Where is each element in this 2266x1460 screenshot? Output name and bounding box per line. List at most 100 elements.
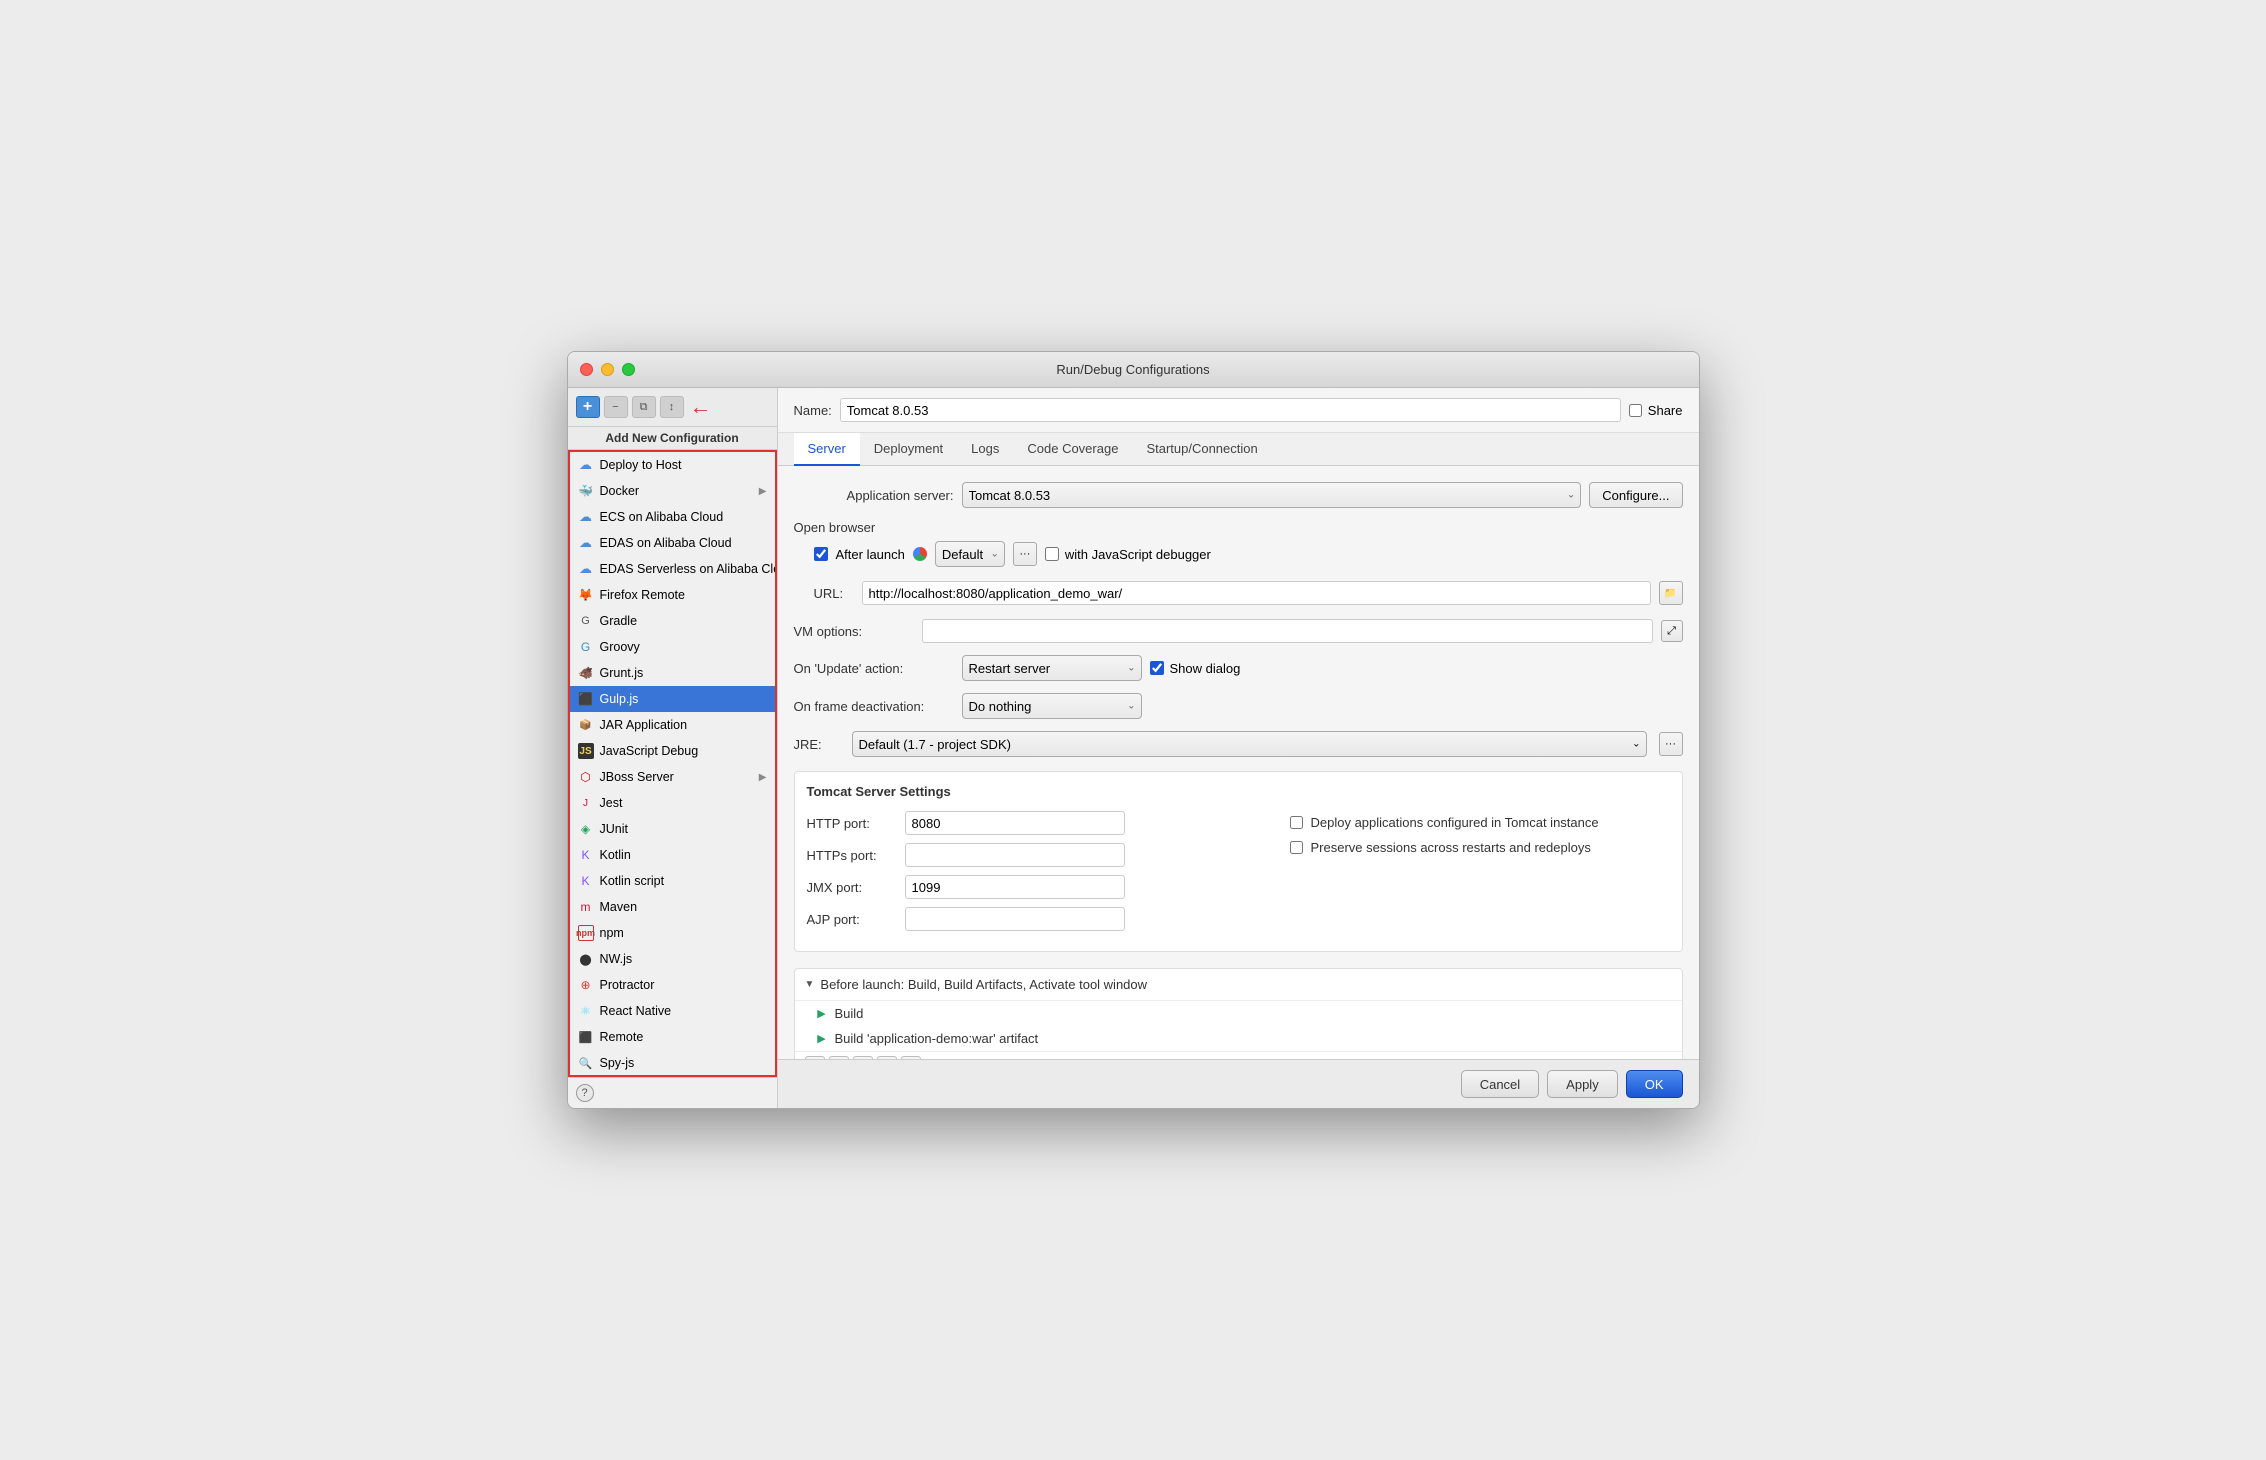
config-item-gulp[interactable]: ⬛ Gulp.js	[570, 686, 775, 712]
cloud-icon: ☁	[578, 457, 594, 473]
sort-config-button[interactable]: ↕	[660, 396, 684, 418]
gulp-icon: ⬛	[578, 691, 594, 707]
ajp-port-input[interactable]	[905, 907, 1125, 931]
before-launch-header: ▼ Before launch: Build, Build Artifacts,…	[795, 969, 1682, 1001]
chevron-right-icon: ▶	[759, 486, 767, 497]
config-name-jest: Jest	[600, 796, 767, 810]
vm-expand-button[interactable]: ⤢	[1661, 620, 1683, 642]
config-item-jar[interactable]: 📦 JAR Application	[570, 712, 775, 738]
help-button[interactable]: ?	[576, 1084, 594, 1102]
minimize-button[interactable]	[601, 363, 614, 376]
close-button[interactable]	[580, 363, 593, 376]
deploy-apps-checkbox[interactable]	[1290, 816, 1303, 829]
open-browser-label: Open browser	[794, 520, 1683, 535]
jre-select-wrapper: Default (1.7 - project SDK) ⌄	[852, 731, 1647, 757]
tab-deployment[interactable]: Deployment	[860, 433, 957, 466]
show-dialog-label: Show dialog	[1170, 661, 1241, 676]
name-input[interactable]	[840, 398, 1621, 422]
build-item-2: ▶ Build 'application-demo:war' artifact	[795, 1026, 1682, 1051]
kotlin-icon: K	[578, 847, 594, 863]
js-debugger-checkbox[interactable]	[1045, 547, 1059, 561]
tab-startup-connection[interactable]: Startup/Connection	[1132, 433, 1271, 466]
gradle-icon: G	[578, 613, 594, 629]
build-icon: ▶	[815, 1007, 829, 1021]
tomcat-settings-label: Tomcat Server Settings	[807, 784, 1670, 799]
url-browse-button[interactable]: 📁	[1659, 581, 1683, 605]
config-item-npm[interactable]: npm npm	[570, 920, 775, 946]
share-checkbox[interactable]	[1629, 404, 1642, 417]
config-item-gradle[interactable]: G Gradle	[570, 608, 775, 634]
ok-button[interactable]: OK	[1626, 1070, 1683, 1098]
browser-select[interactable]: Default	[935, 541, 1005, 567]
config-item-grunt[interactable]: 🐗 Grunt.js	[570, 660, 775, 686]
jre-select[interactable]: Default (1.7 - project SDK)	[852, 731, 1647, 757]
config-item-docker[interactable]: 🐳 Docker ▶	[570, 478, 775, 504]
add-config-button[interactable]: +	[576, 396, 600, 418]
tab-code-coverage[interactable]: Code Coverage	[1013, 433, 1132, 466]
app-server-select[interactable]: Tomcat 8.0.53	[962, 482, 1582, 508]
config-item-spy-js[interactable]: 🔍 Spy-js	[570, 1050, 775, 1076]
config-item-ecs[interactable]: ☁ ECS on Alibaba Cloud	[570, 504, 775, 530]
config-name-gradle: Gradle	[600, 614, 767, 628]
config-item-firefox[interactable]: 🦊 Firefox Remote	[570, 582, 775, 608]
on-frame-deactivation-select[interactable]: Do nothing	[962, 693, 1142, 719]
jest-icon: J	[578, 795, 594, 811]
share-area: Share	[1629, 403, 1683, 418]
cancel-button[interactable]: Cancel	[1461, 1070, 1539, 1098]
vm-options-input[interactable]	[922, 619, 1653, 643]
docker-icon: 🐳	[578, 483, 594, 499]
config-item-edas[interactable]: ☁ EDAS on Alibaba Cloud	[570, 530, 775, 556]
configure-button[interactable]: Configure...	[1589, 482, 1682, 508]
browser-more-button[interactable]: ···	[1013, 542, 1037, 566]
after-launch-checkbox[interactable]	[814, 547, 828, 561]
js-icon: JS	[578, 743, 594, 759]
copy-config-button[interactable]: ⧉	[632, 396, 656, 418]
config-name-groovy: Groovy	[600, 640, 767, 654]
config-name-react: React Native	[600, 1004, 767, 1018]
arrow-annotation: ←	[690, 394, 712, 420]
config-item-kotlin[interactable]: K Kotlin	[570, 842, 775, 868]
url-input[interactable]	[862, 581, 1651, 605]
apply-button[interactable]: Apply	[1547, 1070, 1618, 1098]
vm-options-label: VM options:	[794, 624, 914, 639]
jboss-icon: ⬡	[578, 769, 594, 785]
chrome-icon	[913, 547, 927, 561]
config-item-edas-serverless[interactable]: ☁ EDAS Serverless on Alibaba Cloud	[570, 556, 775, 582]
config-item-react-native[interactable]: ⚛ React Native	[570, 998, 775, 1024]
config-name-edas: EDAS on Alibaba Cloud	[600, 536, 767, 550]
open-browser-section: Open browser After launch Default ···	[794, 520, 1683, 567]
config-item-maven[interactable]: m Maven	[570, 894, 775, 920]
jre-more-button[interactable]: ···	[1659, 732, 1683, 756]
jre-row: JRE: Default (1.7 - project SDK) ⌄ ···	[794, 731, 1683, 757]
before-launch-arrow-icon: ▼	[805, 979, 815, 990]
config-list: ☁ Deploy to Host 🐳 Docker ▶ ☁ ECS on Ali…	[568, 450, 777, 1077]
config-name-kotlin-script: Kotlin script	[600, 874, 767, 888]
config-item-jest[interactable]: J Jest	[570, 790, 775, 816]
config-item-groovy[interactable]: G Groovy	[570, 634, 775, 660]
remove-config-button[interactable]: −	[604, 396, 628, 418]
server-ports-left: HTTP port: HTTPs port: JMX port:	[807, 811, 1274, 939]
http-port-input[interactable]	[905, 811, 1125, 835]
config-item-deploy-to-host[interactable]: ☁ Deploy to Host	[570, 452, 775, 478]
left-panel: + − ⧉ ↕ ← Add New Configuration ☁ Deploy…	[568, 388, 778, 1108]
config-item-jboss[interactable]: ⬡ JBoss Server ▶	[570, 764, 775, 790]
config-item-kotlin-script[interactable]: K Kotlin script	[570, 868, 775, 894]
config-item-nw[interactable]: ⬤ NW.js	[570, 946, 775, 972]
maximize-button[interactable]	[622, 363, 635, 376]
config-item-junit[interactable]: ◈ JUnit	[570, 816, 775, 842]
js-debugger-label: with JavaScript debugger	[1045, 547, 1211, 562]
tab-logs[interactable]: Logs	[957, 433, 1013, 466]
config-item-js-debug[interactable]: JS JavaScript Debug	[570, 738, 775, 764]
on-update-select[interactable]: Restart server	[962, 655, 1142, 681]
jmx-port-input[interactable]	[905, 875, 1125, 899]
tab-server[interactable]: Server	[794, 433, 860, 466]
https-port-input[interactable]	[905, 843, 1125, 867]
nw-icon: ⬤	[578, 951, 594, 967]
jmx-port-label: JMX port:	[807, 880, 897, 895]
config-item-remote[interactable]: ⬛ Remote	[570, 1024, 775, 1050]
preserve-sessions-checkbox[interactable]	[1290, 841, 1303, 854]
config-item-protractor[interactable]: ⊕ Protractor	[570, 972, 775, 998]
on-frame-deactivation-label: On frame deactivation:	[794, 699, 954, 714]
show-dialog-checkbox[interactable]	[1150, 661, 1164, 675]
jar-icon: 📦	[578, 717, 594, 733]
